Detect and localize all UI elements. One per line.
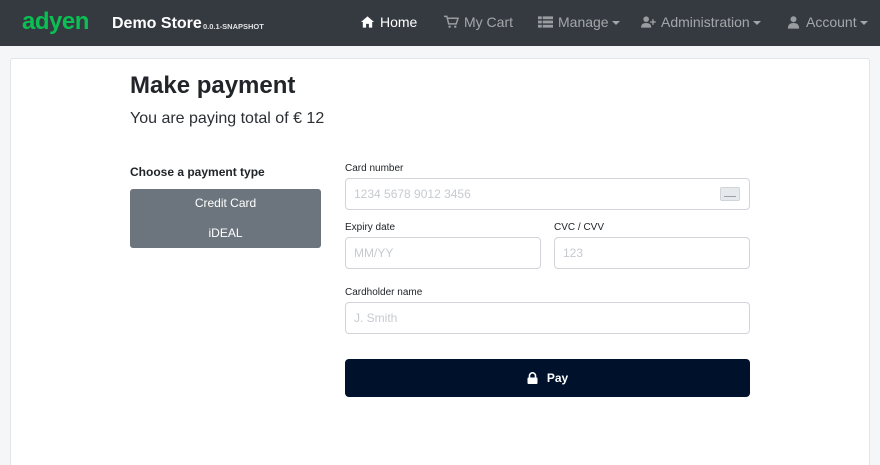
payment-type-heading: Choose a payment type	[130, 165, 265, 179]
expiry-date-input[interactable]	[346, 238, 540, 268]
cardholder-name-field	[345, 302, 750, 334]
nav-home[interactable]: Home	[360, 14, 417, 30]
cvc-label: CVC / CVV	[554, 222, 605, 233]
expiry-date-label: Expiry date	[345, 222, 396, 233]
payment-type-credit-card[interactable]: Credit Card	[130, 196, 321, 210]
expiry-date-field	[345, 237, 541, 269]
cvc-field	[554, 237, 750, 269]
nav-administration-label: Administration	[661, 14, 750, 30]
store-brand[interactable]: Demo Store	[112, 15, 202, 33]
nav-account[interactable]: Account	[786, 14, 868, 30]
card-number-label: Card number	[345, 163, 404, 174]
nav-manage-label: Manage	[558, 14, 609, 30]
cart-icon	[444, 15, 459, 29]
top-navbar: adyen Demo Store 0.0.1-SNAPSHOT Home My …	[0, 0, 880, 46]
cvc-input[interactable]	[555, 238, 749, 268]
nav-account-label: Account	[806, 14, 857, 30]
pay-button[interactable]: Pay	[345, 359, 750, 397]
nav-my-cart-label: My Cart	[464, 14, 513, 30]
card-number-field	[345, 178, 750, 210]
chevron-down-icon	[611, 21, 620, 25]
nav-home-label: Home	[380, 14, 418, 30]
cardholder-name-input[interactable]	[346, 303, 749, 333]
home-icon	[360, 15, 375, 29]
lock-icon	[527, 372, 538, 384]
pay-button-label: Pay	[546, 371, 569, 385]
nav-manage[interactable]: Manage	[538, 14, 620, 30]
adyen-logo[interactable]: adyen	[22, 8, 100, 35]
nav-administration[interactable]: Administration	[641, 14, 761, 30]
chevron-down-icon	[752, 21, 761, 25]
nav-my-cart[interactable]: My Cart	[444, 14, 513, 30]
list-icon	[538, 15, 553, 29]
card-number-input[interactable]	[346, 179, 749, 209]
payment-type-list: Credit Card iDEAL	[130, 189, 321, 248]
user-icon	[786, 15, 801, 29]
page-title: Make payment	[130, 72, 296, 99]
app-version: 0.0.1-SNAPSHOT	[203, 22, 264, 31]
user-plus-icon	[641, 15, 656, 29]
chevron-down-icon	[859, 21, 868, 25]
payment-type-ideal[interactable]: iDEAL	[130, 226, 321, 240]
payment-total: You are paying total of € 12	[130, 110, 325, 127]
svg-text:adyen: adyen	[22, 9, 89, 35]
credit-card-icon	[720, 187, 740, 201]
cardholder-name-label: Cardholder name	[345, 287, 423, 298]
